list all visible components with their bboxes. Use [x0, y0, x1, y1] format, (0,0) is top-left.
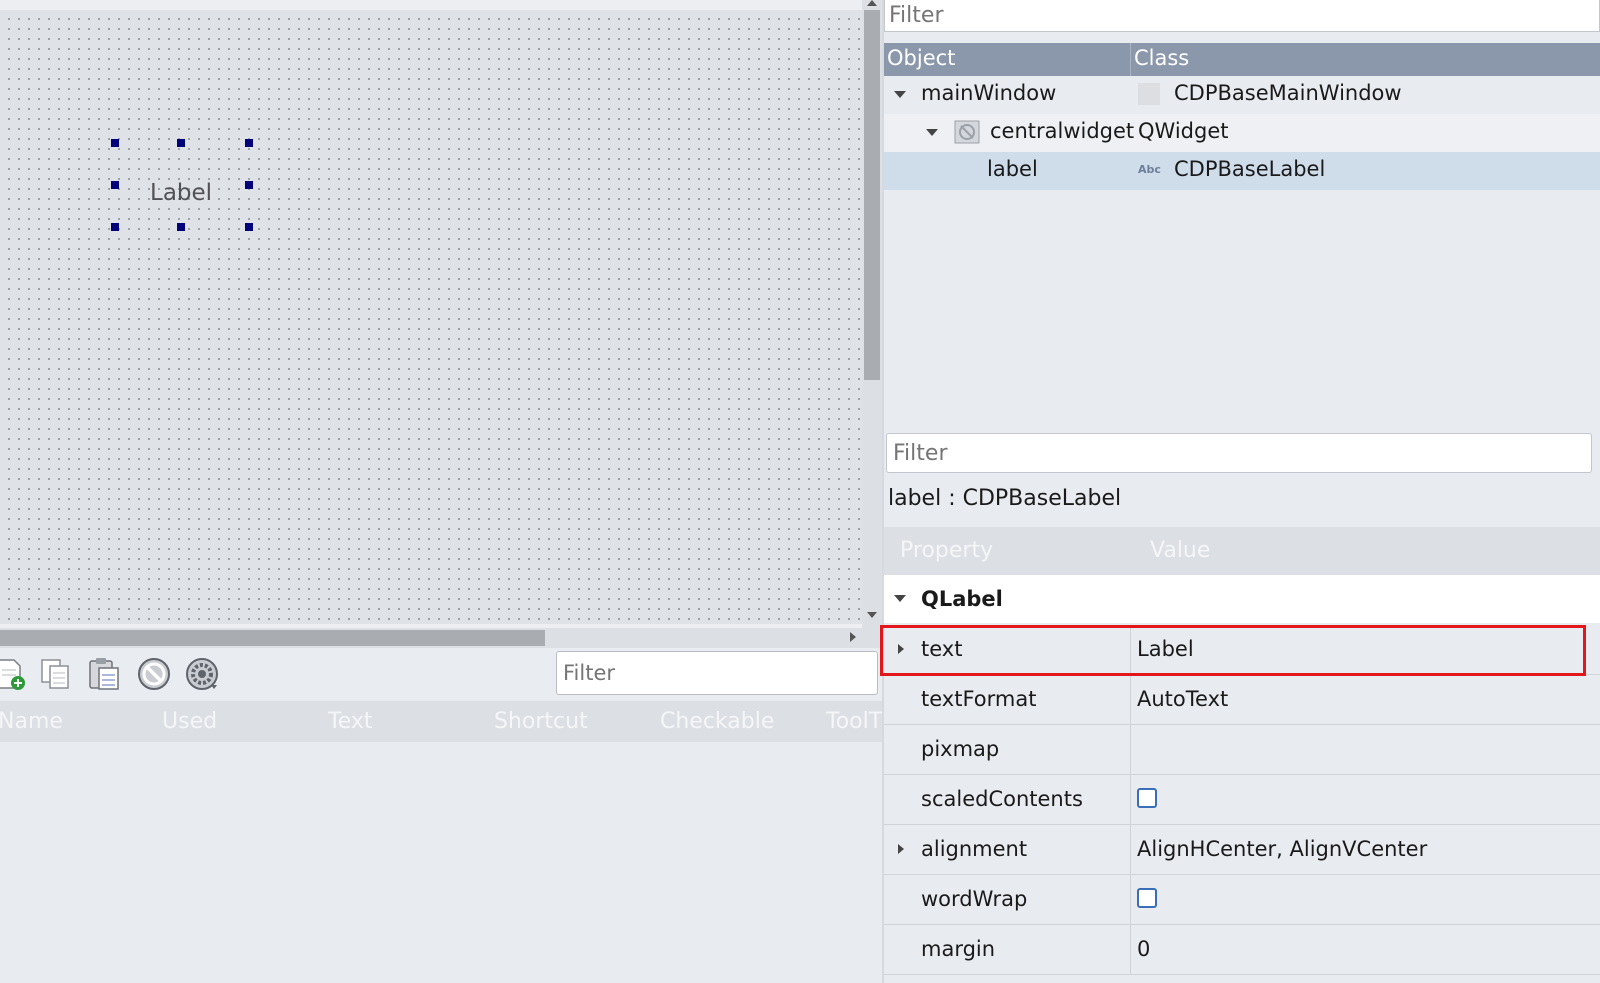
resize-handle-top-right[interactable] [245, 139, 253, 147]
column-separator [1130, 675, 1131, 725]
column-shortcut[interactable]: Shortcut [494, 709, 588, 734]
property-value[interactable]: 0 [1137, 937, 1150, 961]
property-name: scaledContents [921, 787, 1083, 811]
copy-icon[interactable] [38, 656, 74, 692]
property-group-qlabel[interactable]: QLabel [884, 575, 1600, 623]
resize-handle-bottom-right[interactable] [245, 223, 253, 231]
property-row-pixmap[interactable]: pixmap [884, 725, 1600, 775]
selected-label-widget[interactable]: Label [150, 180, 212, 206]
resize-handle-top-left[interactable] [111, 139, 119, 147]
expand-arrow-icon[interactable] [894, 91, 906, 98]
class-name: CDPBaseLabel [1174, 157, 1326, 181]
object-tree: mainWindow CDPBaseMainWindow centralwidg… [884, 76, 1600, 428]
highlight-box [880, 625, 1586, 676]
form-canvas-area: Label [0, 0, 862, 648]
column-separator [1130, 875, 1131, 925]
scroll-up-arrow-icon[interactable] [867, 0, 877, 6]
object-name: mainWindow [921, 81, 1057, 105]
column-property[interactable]: Property [900, 538, 993, 563]
object-name: centralwidget [990, 119, 1135, 143]
property-row-textformat[interactable]: textFormat AutoText [884, 675, 1600, 725]
column-text[interactable]: Text [328, 709, 373, 734]
column-used[interactable]: Used [162, 709, 217, 734]
group-name: QLabel [921, 587, 1003, 611]
label-class-icon: Abc [1138, 163, 1161, 176]
property-name: textFormat [921, 687, 1037, 711]
action-table-header: Name Used Text Shortcut Checkable ToolT [0, 701, 882, 742]
delete-icon[interactable] [136, 656, 172, 692]
resize-handle-left[interactable] [111, 181, 119, 189]
widget-class-icon [954, 120, 980, 144]
class-name: QWidget [1138, 119, 1229, 143]
property-row-scaledcontents[interactable]: scaledContents [884, 775, 1600, 825]
tree-row-centralwidget[interactable]: centralwidget QWidget [884, 114, 1600, 152]
horizontal-scroll-thumb[interactable] [0, 630, 545, 646]
property-name: wordWrap [921, 887, 1028, 911]
scroll-down-arrow-icon[interactable] [867, 612, 877, 618]
collapse-arrow-icon[interactable] [894, 595, 906, 602]
column-separator [1130, 725, 1131, 775]
scaledcontents-checkbox[interactable] [1137, 788, 1157, 808]
property-row-wordwrap[interactable]: wordWrap [884, 875, 1600, 925]
resize-handle-right[interactable] [245, 181, 253, 189]
wordwrap-checkbox[interactable] [1137, 888, 1157, 908]
resize-handle-top[interactable] [177, 139, 185, 147]
column-separator [1130, 925, 1131, 975]
resize-handle-bottom[interactable] [177, 223, 185, 231]
column-separator [1130, 775, 1131, 825]
class-name: CDPBaseMainWindow [1174, 81, 1402, 105]
property-name: pixmap [921, 737, 1000, 761]
header-separator [1130, 43, 1131, 76]
expand-arrow-icon[interactable] [926, 129, 938, 136]
property-value[interactable]: AutoText [1137, 687, 1228, 711]
column-tooltip[interactable]: ToolT [826, 709, 882, 734]
column-name[interactable]: Name [0, 709, 63, 734]
main-window-class-icon [1138, 83, 1160, 105]
object-tree-header: Object Class [884, 43, 1600, 76]
column-separator [1130, 825, 1131, 875]
resize-handle-bottom-left[interactable] [111, 223, 119, 231]
form-grid[interactable]: Label [0, 10, 862, 624]
object-filter-input[interactable] [884, 0, 1600, 32]
object-name: label [987, 157, 1038, 181]
vertical-scroll-thumb[interactable] [864, 10, 880, 380]
property-value[interactable]: AlignHCenter, AlignVCenter [1137, 837, 1427, 861]
tree-row-mainwindow[interactable]: mainWindow CDPBaseMainWindow [884, 76, 1600, 114]
expand-arrow-icon[interactable] [898, 844, 904, 854]
vertical-scrollbar[interactable] [862, 0, 882, 648]
property-row-alignment[interactable]: alignment AlignHCenter, AlignVCenter [884, 825, 1600, 875]
property-name: alignment [921, 837, 1028, 861]
tree-row-label-selected[interactable]: label Abc CDPBaseLabel [884, 152, 1600, 190]
action-table-body[interactable] [0, 742, 882, 983]
property-row-margin[interactable]: margin 0 [884, 925, 1600, 975]
new-action-icon[interactable] [0, 656, 28, 692]
scroll-right-arrow-icon[interactable] [850, 632, 856, 642]
action-filter-input[interactable] [556, 651, 878, 695]
property-editor-caption: label : CDPBaseLabel [888, 486, 1122, 511]
property-name: margin [921, 937, 996, 961]
horizontal-scrollbar[interactable] [0, 628, 862, 648]
column-class[interactable]: Class [1134, 46, 1189, 70]
property-filter-input[interactable] [886, 433, 1592, 473]
column-value[interactable]: Value [1150, 538, 1210, 563]
column-checkable[interactable]: Checkable [660, 709, 774, 734]
settings-icon[interactable] [184, 656, 220, 692]
column-object[interactable]: Object [887, 46, 955, 70]
paste-icon[interactable] [86, 656, 122, 692]
property-table-header: Property Value [884, 527, 1600, 575]
